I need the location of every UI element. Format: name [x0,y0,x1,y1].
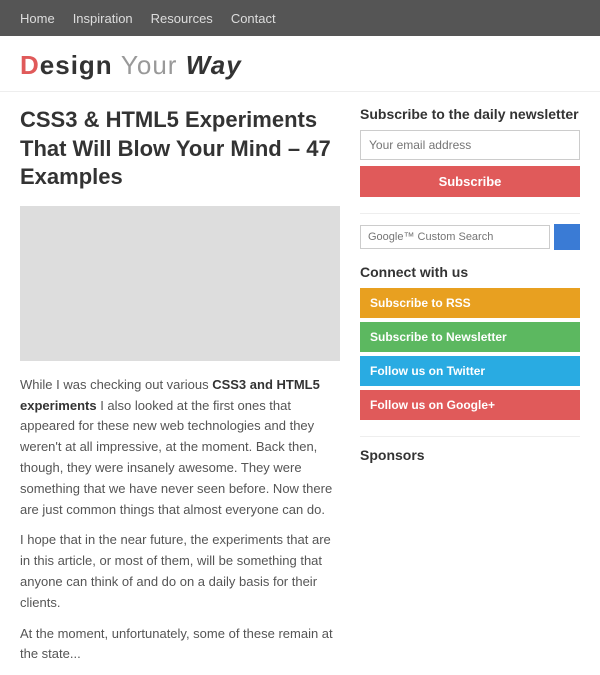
search-button[interactable] [554,224,580,250]
logo-d: D [20,50,40,80]
nav-resources[interactable]: Resources [151,11,213,26]
article-paragraph-3: At the moment, unfortunately, some of th… [20,624,340,666]
main-container: CSS3 & HTML5 Experiments That Will Blow … [0,106,600,675]
connect-section: Connect with us Subscribe to RSS Subscri… [360,264,580,420]
divider-1 [360,213,580,214]
nav-contact[interactable]: Contact [231,11,276,26]
sponsors-title: Sponsors [360,447,580,463]
content-column: CSS3 & HTML5 Experiments That Will Blow … [20,106,340,675]
connect-title: Connect with us [360,264,580,280]
email-input[interactable] [360,130,580,160]
logo-your: Your [121,50,186,80]
logo-esign: esign [40,50,121,80]
logo-way: Way [186,50,242,80]
navigation: Home Inspiration Resources Contact [0,0,600,36]
article-image [20,206,340,361]
article-title: CSS3 & HTML5 Experiments That Will Blow … [20,106,340,192]
sidebar: Subscribe to the daily newsletter Subscr… [360,106,580,675]
rss-button[interactable]: Subscribe to RSS [360,288,580,318]
newsletter-section: Subscribe to the daily newsletter Subscr… [360,106,580,197]
sponsors-section: Sponsors [360,447,580,463]
search-section [360,224,580,250]
twitter-button[interactable]: Follow us on Twitter [360,356,580,386]
divider-2 [360,436,580,437]
nav-inspiration[interactable]: Inspiration [73,11,133,26]
article-paragraph-1: While I was checking out various CSS3 an… [20,375,340,521]
search-input[interactable] [360,225,550,249]
newsletter-subscribe-button[interactable]: Subscribe to Newsletter [360,322,580,352]
googleplus-button[interactable]: Follow us on Google+ [360,390,580,420]
logo-area: Design Your Way [0,36,600,92]
newsletter-title: Subscribe to the daily newsletter [360,106,580,122]
nav-home[interactable]: Home [20,11,55,26]
site-logo[interactable]: Design Your Way [20,50,580,81]
article-body: While I was checking out various CSS3 an… [20,375,340,665]
article-paragraph-2: I hope that in the near future, the expe… [20,530,340,613]
subscribe-button[interactable]: Subscribe [360,166,580,197]
